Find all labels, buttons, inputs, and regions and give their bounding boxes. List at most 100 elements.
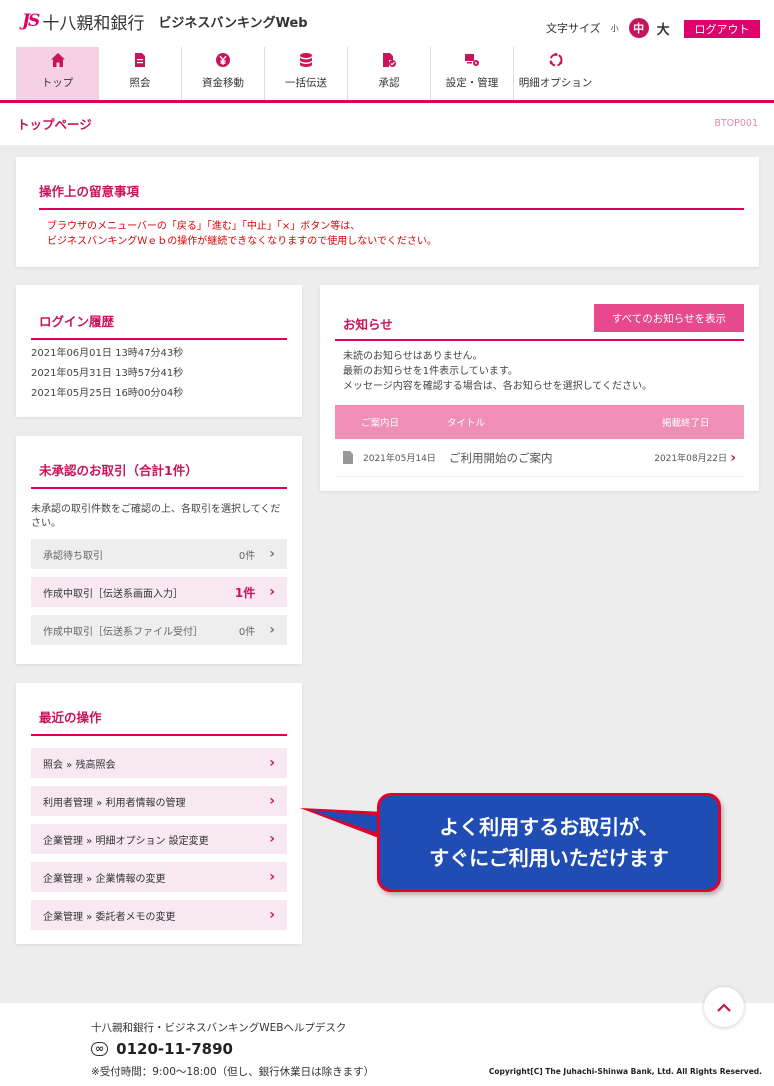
pending-approval-row[interactable]: 承認待ち取引 0件 ›	[31, 539, 287, 569]
chevron-right-icon: ›	[269, 622, 275, 638]
recent-item-label: 利用者管理 » 利用者情報の管理	[43, 797, 186, 809]
phone-row: ∞ 0120-11-7890	[91, 1040, 233, 1058]
chevron-right-icon: ›	[269, 793, 275, 809]
chevron-right-icon: ›	[269, 755, 275, 771]
page-code: BTOP001	[714, 118, 758, 129]
feature-callout: よく利用するお取引が、 すぐにご利用いただけます	[377, 793, 721, 892]
nav-statement-option-label: 明細オプション	[518, 77, 593, 89]
free-dial-icon: ∞	[91, 1042, 109, 1056]
bank-logo[interactable]: JS 十八親和銀行 ビジネスバンキングWeb	[22, 8, 308, 34]
notice-line-2: ビジネスバンキングＷｅｂの操作が継続できなくなりますので使用しないでください。	[47, 235, 437, 247]
font-size-medium-button[interactable]: 中	[628, 18, 649, 38]
draft-file-receipt-row[interactable]: 作成中取引［伝送系ファイル受付］ 0件 ›	[31, 615, 287, 645]
chevron-right-icon: ›	[730, 449, 736, 466]
notice-line-1: ブラウザのメニューバーの「戻る」「進む」「中止」「×」ボタン等は、	[47, 221, 361, 232]
column-end-date: 掲載終了日	[662, 418, 710, 429]
logout-button[interactable]: ログアウト	[684, 20, 760, 38]
nav-settings-management[interactable]: 設定・管理	[431, 47, 514, 100]
chevron-right-icon: ›	[269, 584, 275, 600]
login-history-title: ログイン履歴	[31, 311, 287, 340]
nav-approval-label: 承認	[378, 77, 400, 89]
nav-top[interactable]: トップ	[16, 47, 99, 100]
callout-pointer	[300, 808, 384, 840]
recent-operations-title: 最近の操作	[31, 707, 287, 736]
font-size-label: 文字サイズ	[546, 22, 601, 35]
font-size-small-button[interactable]: 小	[611, 23, 619, 34]
bank-name: 十八親和銀行	[42, 13, 145, 34]
notice-panel: 操作上の留意事項 ブラウザのメニューバーの「戻る」「進む」「中止」「×」ボタン等…	[16, 157, 759, 267]
chevron-right-icon: ›	[269, 869, 275, 885]
nav-fund-transfer[interactable]: 資金移動	[182, 47, 265, 100]
scroll-to-top-button[interactable]	[704, 987, 744, 1027]
font-size-large-button[interactable]: 大	[657, 19, 670, 38]
copyright: Copyright[C] The Juhachi-Shinwa Bank, Lt…	[488, 1067, 762, 1076]
draft-screen-input-label: 作成中取引［伝送系画面入力］	[43, 588, 183, 600]
recent-item[interactable]: 照会 » 残高照会 ›	[31, 748, 287, 778]
pending-approval-label: 承認待ち取引	[43, 550, 103, 562]
chevron-right-icon: ›	[269, 546, 275, 562]
recent-item-label: 企業管理 » 企業情報の変更	[43, 873, 166, 885]
recent-item[interactable]: 企業管理 » 明細オプション 設定変更 ›	[31, 824, 287, 854]
nav-inquiry[interactable]: 照会	[99, 47, 182, 100]
column-date: ご案内日	[361, 418, 400, 429]
helpdesk-label: 十八親和銀行・ビジネスバンキングWEBヘルプデスク	[91, 1022, 347, 1034]
recent-item[interactable]: 企業管理 » 企業情報の変更 ›	[31, 862, 287, 892]
footer: 十八親和銀行・ビジネスバンキングWEBヘルプデスク ∞ 0120-11-7890…	[0, 1003, 774, 1086]
chevron-right-icon: ›	[269, 831, 275, 847]
recent-item-label: 照会 » 残高照会	[43, 759, 116, 771]
recent-item-label: 企業管理 » 委託者メモの変更	[43, 911, 176, 923]
news-header: お知らせ すべてのお知らせを表示	[335, 304, 744, 341]
news-title: お知らせ	[343, 317, 393, 332]
document-icon	[135, 53, 145, 67]
nav-fund-transfer-label: 資金移動	[202, 77, 244, 89]
login-history-panel: ログイン履歴 2021年06月01日 13時47分43秒 2021年05月31日…	[16, 285, 302, 417]
draft-screen-input-row[interactable]: 作成中取引［伝送系画面入力］ 1件 ›	[31, 577, 287, 607]
unapproved-title: 未承認のお取引（合計1件）	[31, 460, 287, 489]
show-all-news-button[interactable]: すべてのお知らせを表示	[594, 304, 744, 332]
approval-icon	[383, 53, 396, 67]
news-table-header: ご案内日 タイトル 掲載終了日	[335, 405, 744, 439]
page-title: トップページ	[17, 117, 92, 132]
column-title: タイトル	[447, 418, 486, 429]
news-row-date: 2021年05月14日	[363, 454, 436, 464]
product-name: ビジネスバンキングWeb	[158, 15, 308, 31]
pending-approval-count: 0件	[238, 550, 256, 562]
draft-file-receipt-count: 0件	[238, 626, 256, 638]
unapproved-description: 未承認の取引件数をご確認の上、各取引を選択してください。	[31, 504, 281, 529]
nav-approval[interactable]: 承認	[348, 47, 431, 100]
nav-bulk-transmission-label: 一括伝送	[285, 77, 327, 89]
news-row[interactable]: 2021年05月14日 ご利用開始のご案内 2021年08月22日 ›	[335, 439, 744, 477]
news-line-3: メッセージ内容を確認する場合は、各お知らせを選択してください。	[343, 381, 652, 392]
login-history-entry: 2021年05月25日 16時00分04秒	[31, 388, 184, 399]
callout-line-1: よく利用するお取引が、	[439, 814, 659, 839]
home-icon	[50, 53, 65, 67]
news-panel: お知らせ すべてのお知らせを表示 未読のお知らせはありません。 最新のお知らせを…	[320, 285, 759, 491]
nav-inquiry-label: 照会	[129, 77, 151, 89]
chevron-right-icon: ›	[269, 907, 275, 923]
cycle-icon	[549, 53, 562, 67]
login-history-entry: 2021年05月31日 13時57分41秒	[31, 368, 184, 379]
news-line-1: 未読のお知らせはありません。	[343, 351, 483, 362]
unapproved-panel: 未承認のお取引（合計1件） 未承認の取引件数をご確認の上、各取引を選択してくださ…	[16, 436, 302, 664]
font-size-control: 文字サイズ 小 中 大	[546, 18, 670, 38]
callout-line-2: すぐにご利用いただけます	[429, 845, 669, 870]
recent-item[interactable]: 企業管理 » 委託者メモの変更 ›	[31, 900, 287, 930]
news-row-title: ご利用開始のご案内	[449, 450, 553, 465]
recent-operations-panel: 最近の操作 照会 » 残高照会 › 利用者管理 » 利用者情報の管理 › 企業管…	[16, 683, 302, 944]
notice-title: 操作上の留意事項	[39, 181, 744, 210]
yen-transfer-icon	[216, 53, 230, 67]
recent-item-label: 企業管理 » 明細オプション 設定変更	[43, 835, 209, 847]
file-icon	[343, 451, 353, 464]
news-row-end-date: 2021年08月22日	[654, 454, 728, 464]
main-nav: トップ 照会 資金移動 一括伝送 承認 設定・管理 明細オプション	[16, 47, 597, 100]
nav-statement-option[interactable]: 明細オプション	[514, 47, 597, 100]
news-line-2: 最新のお知らせを1件表示しています。	[343, 366, 518, 377]
bank-logo-mark: JS	[22, 11, 40, 31]
helpdesk-hours: ※受付時間：9:00～18:00（但し、銀行休業日は除きます）	[91, 1066, 375, 1078]
nav-settings-management-label: 設定・管理	[445, 77, 499, 89]
settings-management-icon	[465, 54, 479, 66]
nav-top-label: トップ	[41, 77, 74, 89]
database-icon	[300, 53, 312, 67]
nav-bulk-transmission[interactable]: 一括伝送	[265, 47, 348, 100]
recent-item[interactable]: 利用者管理 » 利用者情報の管理 ›	[31, 786, 287, 816]
